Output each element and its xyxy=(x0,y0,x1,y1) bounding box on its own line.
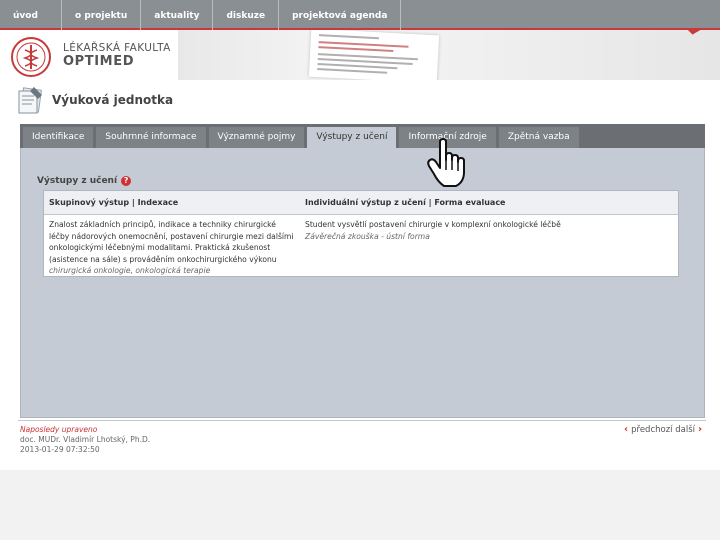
documents-icon xyxy=(18,87,43,114)
help-icon[interactable]: ? xyxy=(121,176,132,186)
tab-panel: Výstupy z učení ? Skupinový výstup | Ind… xyxy=(20,148,705,418)
last-modified-label: Naposledy upraveno xyxy=(20,425,98,434)
group-outcome-index: chirurgická onkologie, onkologická terap… xyxy=(49,266,211,275)
page: úvod o projektu aktuality diskuze projek… xyxy=(0,0,720,540)
table-row: Znalost základních principů, indikace a … xyxy=(44,215,678,277)
previous-arrow-icon[interactable]: ‹ xyxy=(624,424,628,435)
column-header-individual-outcome: Individuální výstup z učení | Forma eval… xyxy=(305,198,506,207)
faculty-seal-icon[interactable] xyxy=(10,36,52,78)
hand-pointer-cursor-icon xyxy=(427,138,465,187)
learning-outcomes-table: Skupinový výstup | Indexace Individuální… xyxy=(43,190,679,277)
individual-outcome-cell: Student vysvětlí postavení chirurgie v k… xyxy=(300,219,678,277)
pager-text[interactable]: předchozí další xyxy=(631,425,695,435)
banner-document-image xyxy=(308,30,440,80)
header-banner xyxy=(178,30,720,80)
nav-item-aktuality[interactable]: aktuality xyxy=(141,0,214,30)
evaluation-form-text: Závěrečná zkouška - ústní forma xyxy=(305,231,430,241)
top-navigation: úvod o projektu aktuality diskuze projek… xyxy=(0,0,720,30)
section-title-text: Výstupy z učení xyxy=(37,176,118,186)
column-header-group-outcome: Skupinový výstup | Indexace xyxy=(49,198,179,207)
group-outcome-text: Znalost základních principů, indikace a … xyxy=(49,220,294,264)
nav-item-o-projektu[interactable]: o projektu xyxy=(62,0,142,30)
footer-divider xyxy=(18,420,706,421)
logo-text-optimed: OPTIMED xyxy=(63,54,135,69)
next-arrow-icon[interactable]: › xyxy=(698,424,702,435)
last-modified-author: doc. MUDr. Vladimír Lhotský, Ph.D. xyxy=(20,435,151,444)
tab-souhrnne-informace[interactable]: Souhrnné informace xyxy=(96,127,206,148)
nav-item-projektova-agenda[interactable]: projektová agenda xyxy=(279,0,402,30)
pager: ‹ předchozí další › xyxy=(624,424,702,435)
individual-outcome-text: Student vysvětlí postavení chirurgie v k… xyxy=(305,220,561,229)
tab-identifikace[interactable]: Identifikace xyxy=(23,127,94,148)
nav-item-diskuze[interactable]: diskuze xyxy=(213,0,280,30)
tab-bar: Identifikace Souhrnné informace Významné… xyxy=(20,124,705,148)
table-header: Skupinový výstup | Indexace Individuální… xyxy=(44,191,678,215)
main-content: Výuková jednotka Identifikace Souhrnné i… xyxy=(0,80,720,470)
site-header: LÉKAŘSKÁ FAKULTA OPTIMED xyxy=(0,30,720,80)
section-title: Výstupy z učení ? xyxy=(37,176,132,186)
logo-text-faculty: LÉKAŘSKÁ FAKULTA xyxy=(63,42,171,54)
page-title: Výuková jednotka xyxy=(52,93,174,107)
tab-zpetna-vazba[interactable]: Zpětná vazba xyxy=(498,127,579,148)
last-modified-date: 2013-01-29 07:32:50 xyxy=(20,445,100,454)
tab-vystupy-z-uceni[interactable]: Výstupy z učení xyxy=(307,127,397,148)
group-outcome-cell: Znalost základních principů, indikace a … xyxy=(44,219,300,277)
banner-swoosh xyxy=(658,30,720,80)
tab-vyznamne-pojmy[interactable]: Významné pojmy xyxy=(208,127,305,148)
nav-item-uvod[interactable]: úvod xyxy=(0,0,62,30)
